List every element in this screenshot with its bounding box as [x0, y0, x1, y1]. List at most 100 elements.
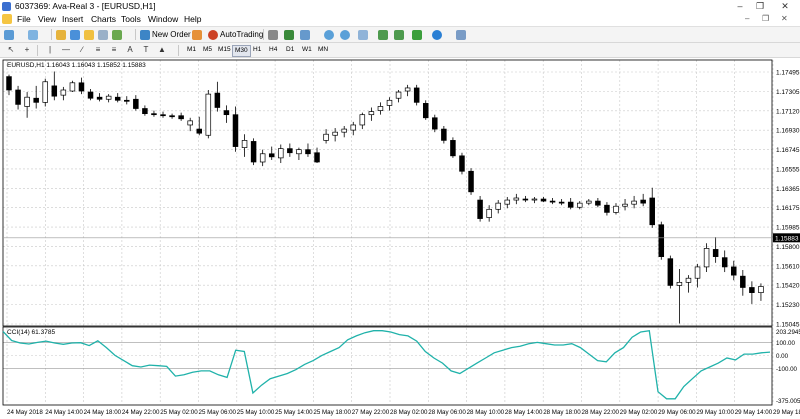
templates-button[interactable]	[456, 29, 466, 40]
candlestick-chart-button[interactable]	[284, 29, 294, 40]
auto-scroll-button[interactable]	[394, 29, 404, 40]
candle-body	[42, 81, 48, 103]
candle-body	[359, 114, 366, 126]
price-chart[interactable]: 1.17495 1.17305 1.17120 1.16930 1.16745 1.165…	[0, 58, 800, 417]
candle-body	[51, 85, 58, 97]
candle-body	[314, 152, 320, 163]
menu-insert[interactable]: Insert	[62, 14, 83, 24]
profiles-button[interactable]	[28, 29, 38, 40]
menu-charts[interactable]: Charts	[91, 14, 116, 24]
candle-body	[432, 117, 438, 130]
auto-trading-icon	[208, 29, 218, 40]
time-label: 25 May 06:00	[199, 409, 237, 416]
price-tick: 1.17120	[776, 108, 800, 115]
data-window-button[interactable]	[70, 29, 80, 40]
mdi-minimize-icon[interactable]: –	[745, 14, 749, 23]
fibonacci-icon[interactable]: ≡	[108, 45, 120, 55]
time-label: 28 May 02:00	[390, 409, 428, 416]
menu-window[interactable]: Window	[148, 14, 178, 24]
time-label: 24 May 2018	[7, 409, 43, 416]
candle-body	[558, 201, 565, 204]
candle-body	[413, 87, 420, 103]
axes: 1.17495 1.17305 1.17120 1.16930 1.16745 1.165…	[2, 59, 800, 416]
candle-body	[196, 128, 203, 134]
candle-body	[296, 149, 302, 155]
new-order-button[interactable]: New Order	[140, 29, 191, 40]
timeframe-m5[interactable]: M5	[201, 45, 214, 55]
terminal-button[interactable]	[98, 29, 108, 40]
timeframe-m1[interactable]: M1	[185, 45, 198, 55]
indicators-button[interactable]	[412, 29, 422, 40]
standard-toolbar: New Order AutoTrading	[0, 27, 800, 43]
zoom-out-button[interactable]	[340, 29, 350, 40]
menu-tools[interactable]: Tools	[121, 14, 141, 24]
candle-body	[169, 115, 175, 118]
time-label: 28 May 22:00	[582, 409, 620, 416]
cursor-icon[interactable]: ↖	[5, 45, 17, 55]
candle-body	[87, 91, 94, 99]
timeframe-d1[interactable]: D1	[284, 45, 296, 55]
navigator-button[interactable]	[84, 29, 94, 40]
candle-body	[758, 286, 764, 293]
cci-frame	[2, 326, 773, 406]
channel-icon[interactable]: ≡	[92, 45, 104, 55]
line-chart-button[interactable]	[300, 29, 310, 40]
strategy-tester-button[interactable]	[112, 29, 122, 40]
zoom-in-button[interactable]	[324, 29, 334, 40]
tile-windows-button[interactable]	[358, 29, 368, 40]
candle-body	[631, 200, 637, 205]
time-label: 28 May 14:00	[505, 409, 543, 416]
time-label: 27 May 22:00	[352, 409, 390, 416]
cci-label: CCI(14) 61.3785	[7, 329, 56, 336]
candle-body	[459, 155, 465, 172]
timeframe-h4[interactable]: H4	[267, 45, 279, 55]
timeframe-mn[interactable]: MN	[316, 45, 330, 55]
minimize-icon[interactable]: –	[730, 0, 750, 13]
arrows-icon[interactable]: ▲	[156, 45, 168, 55]
mdi-close-icon[interactable]: ✕	[781, 14, 788, 23]
meta-editor-button[interactable]	[192, 29, 202, 40]
text-tool[interactable]: A	[124, 45, 136, 55]
auto-trading-button[interactable]: AutoTrading	[208, 29, 263, 40]
chart-shift-button[interactable]	[378, 29, 388, 40]
mdi-restore-icon[interactable]: ❐	[762, 14, 769, 23]
horizontal-line-icon[interactable]: —	[60, 45, 72, 55]
candle-body	[567, 201, 574, 208]
close-icon[interactable]: ✕	[775, 0, 795, 13]
trend-line-icon[interactable]: ∕	[76, 45, 88, 55]
crosshair-icon[interactable]: +	[21, 45, 33, 55]
candle-body	[595, 200, 601, 206]
new-chart-button[interactable]	[4, 29, 14, 40]
market-watch-button[interactable]	[56, 29, 66, 40]
candle-body	[15, 89, 21, 105]
candle-body	[694, 266, 701, 279]
timeframe-m30[interactable]: M30	[232, 45, 251, 57]
restore-icon[interactable]: ❐	[750, 0, 770, 13]
vertical-line-icon[interactable]: |	[44, 45, 56, 55]
candle-body	[685, 277, 692, 283]
data-window-icon	[70, 29, 80, 40]
auto-trading-label: AutoTrading	[220, 30, 264, 39]
chart-window[interactable]: 1.17495 1.17305 1.17120 1.16930 1.16745 1.165…	[0, 58, 800, 417]
bar-chart-button[interactable]	[268, 29, 278, 40]
meta-editor-icon	[192, 29, 202, 40]
candle-body	[278, 148, 284, 159]
price-tick: 1.16555	[776, 166, 800, 173]
toolbar-separator	[178, 45, 179, 56]
time-label: 25 May 18:00	[313, 409, 351, 416]
menu-view[interactable]: View	[38, 14, 56, 24]
price-tick: 1.15985	[776, 225, 800, 232]
candle-body	[712, 249, 719, 257]
candle-body	[504, 199, 511, 205]
timeframe-h1[interactable]: H1	[251, 45, 263, 55]
candle-body	[105, 95, 112, 100]
cci-tick: 100.00	[776, 340, 795, 347]
timeframe-w1[interactable]: W1	[300, 45, 314, 55]
timeframe-m15[interactable]: M15	[216, 45, 233, 55]
price-tick: 1.16745	[776, 147, 800, 154]
menu-file[interactable]: File	[17, 14, 31, 24]
time-label: 28 May 06:00	[428, 409, 466, 416]
periods-button[interactable]	[432, 29, 442, 40]
menu-help[interactable]: Help	[184, 14, 201, 24]
label-tool[interactable]: T	[140, 45, 152, 55]
